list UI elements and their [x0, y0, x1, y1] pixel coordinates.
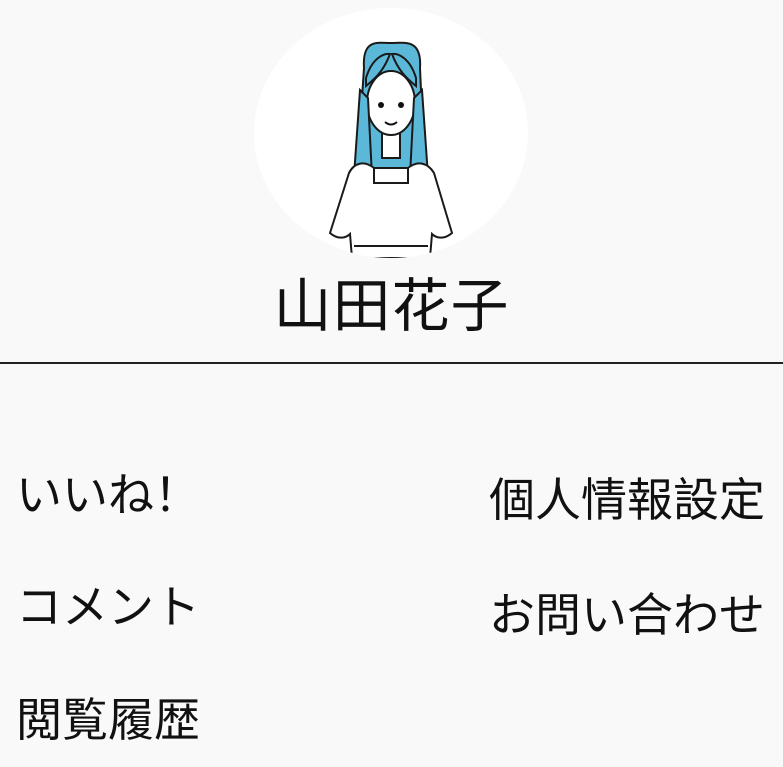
- divider: [0, 362, 783, 364]
- menu-item-likes[interactable]: いいね！: [16, 465, 200, 525]
- menu-item-personal-settings[interactable]: 個人情報設定: [489, 470, 765, 530]
- menu-item-comments[interactable]: コメント: [16, 577, 200, 637]
- woman-avatar-icon: [328, 41, 454, 258]
- menu-item-history[interactable]: 閲覧履歴: [16, 690, 200, 750]
- avatar: [254, 8, 528, 258]
- menu-item-contact[interactable]: お問い合わせ: [489, 585, 765, 645]
- user-name: 山田花子: [273, 272, 510, 340]
